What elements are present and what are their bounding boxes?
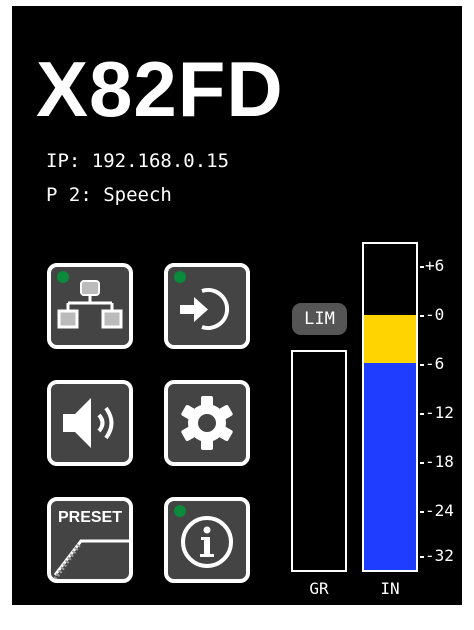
ip-address: IP: 192.168.0.15 bbox=[46, 150, 230, 172]
network-icon bbox=[57, 280, 123, 329]
input-button[interactable] bbox=[164, 263, 250, 349]
input-level-meter bbox=[362, 242, 418, 572]
in-meter-label: IN bbox=[380, 579, 400, 598]
scale-label: -24 bbox=[425, 501, 454, 520]
meter-blue-zone bbox=[364, 363, 416, 570]
input-loop-icon bbox=[180, 288, 230, 330]
speaker-icon bbox=[63, 398, 114, 448]
scale-tick bbox=[420, 556, 424, 558]
gr-meter-label: GR bbox=[309, 579, 329, 598]
scale-label: -12 bbox=[425, 403, 454, 422]
network-button[interactable] bbox=[47, 263, 133, 349]
preset-status: P 2: Speech bbox=[46, 184, 172, 206]
scale-tick bbox=[420, 266, 424, 268]
scale-tick bbox=[420, 413, 424, 415]
preset-button[interactable]: PRESET bbox=[47, 497, 133, 583]
gain-reduction-meter bbox=[291, 350, 347, 572]
scale-tick bbox=[420, 364, 424, 366]
scale-label: -0 bbox=[425, 305, 445, 324]
device-model-title: X82FD bbox=[36, 45, 284, 133]
volume-button[interactable] bbox=[47, 380, 133, 466]
info-button[interactable] bbox=[164, 497, 250, 583]
scale-tick bbox=[420, 511, 424, 513]
limiter-indicator: LIM bbox=[292, 303, 347, 335]
settings-button[interactable] bbox=[164, 380, 250, 466]
scale-label: +6 bbox=[425, 256, 445, 275]
info-icon bbox=[181, 516, 233, 568]
scale-label: -18 bbox=[425, 452, 454, 471]
scale-tick bbox=[420, 315, 424, 317]
scale-tick bbox=[420, 462, 424, 464]
gear-icon bbox=[181, 396, 233, 450]
preset-curve-icon bbox=[53, 539, 129, 579]
scale-label: -32 bbox=[425, 546, 454, 565]
scale-label: -6 bbox=[425, 354, 445, 373]
meter-yellow-zone bbox=[364, 315, 416, 363]
